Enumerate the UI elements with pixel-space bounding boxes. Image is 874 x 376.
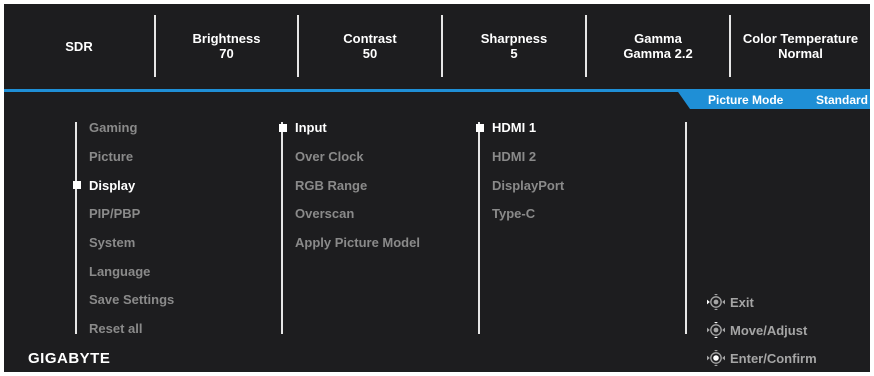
sub-menu-divider bbox=[281, 122, 283, 334]
color-temperature-value: Normal bbox=[778, 46, 823, 61]
selection-marker bbox=[73, 181, 81, 189]
sub-menu-item-rgb-range[interactable]: RGB Range bbox=[295, 178, 367, 194]
hdr-mode-value: SDR bbox=[65, 38, 93, 54]
sub-menu-item-apply-picture-model[interactable]: Apply Picture Model bbox=[295, 235, 420, 251]
gigabyte-logo: GIGABYTE bbox=[28, 350, 111, 367]
gamma-value: Gamma 2.2 bbox=[623, 46, 693, 61]
main-menu-item-pip-pbp[interactable]: PIP/PBP bbox=[89, 206, 140, 222]
status-color-temperature: Color Temperature Normal bbox=[731, 4, 870, 88]
status-contrast: Contrast 50 bbox=[299, 4, 441, 88]
controls-divider bbox=[685, 122, 687, 334]
selection-marker bbox=[279, 124, 287, 132]
option-type-c[interactable]: Type-C bbox=[492, 206, 535, 222]
enter-confirm-label: Enter/Confirm bbox=[730, 350, 817, 366]
main-menu-item-save-settings[interactable]: Save Settings bbox=[89, 292, 174, 308]
options-divider bbox=[478, 122, 480, 334]
sub-menu-item-over-clock[interactable]: Over Clock bbox=[295, 149, 364, 165]
contrast-value: 50 bbox=[362, 46, 378, 61]
status-bar: SDR Brightness 70 Contrast 50 Sharpness … bbox=[4, 4, 870, 88]
color-temperature-label: Color Temperature bbox=[742, 31, 859, 46]
sharpness-value: 5 bbox=[510, 46, 518, 61]
contrast-label: Contrast bbox=[343, 31, 397, 46]
main-menu-item-gaming[interactable]: Gaming bbox=[89, 120, 137, 136]
osd-panel: SDR Brightness 70 Contrast 50 Sharpness … bbox=[4, 4, 870, 372]
main-menu-item-language[interactable]: Language bbox=[89, 264, 150, 280]
status-gamma: Gamma Gamma 2.2 bbox=[587, 4, 729, 88]
enter-confirm-hint[interactable]: Enter/Confirm bbox=[706, 350, 817, 366]
gamma-label: Gamma bbox=[634, 31, 682, 46]
joystick-icon bbox=[707, 322, 725, 338]
move-adjust-hint[interactable]: Move/Adjust bbox=[706, 322, 807, 338]
move-adjust-label: Move/Adjust bbox=[730, 322, 808, 338]
picture-mode-label: Picture Mode bbox=[708, 93, 784, 107]
main-menu-item-display[interactable]: Display bbox=[89, 178, 135, 194]
joystick-icon bbox=[707, 350, 725, 366]
exit-hint[interactable]: Exit bbox=[706, 294, 754, 310]
sub-menu-item-overscan[interactable]: Overscan bbox=[295, 206, 354, 222]
status-hdr-mode: SDR bbox=[4, 4, 154, 88]
main-menu-item-system[interactable]: System bbox=[89, 235, 135, 251]
selection-marker bbox=[476, 124, 484, 132]
picture-mode-value: Standard bbox=[816, 93, 869, 107]
sharpness-label: Sharpness bbox=[480, 31, 548, 46]
option-hdmi-2[interactable]: HDMI 2 bbox=[492, 149, 536, 165]
main-menu-item-reset-all[interactable]: Reset all bbox=[89, 321, 142, 337]
sub-menu-item-input[interactable]: Input bbox=[295, 120, 327, 136]
option-hdmi-1[interactable]: HDMI 1 bbox=[492, 120, 536, 136]
exit-label: Exit bbox=[730, 294, 754, 310]
brightness-value: 70 bbox=[219, 46, 234, 61]
main-menu-item-picture[interactable]: Picture bbox=[89, 149, 133, 165]
option-displayport[interactable]: DisplayPort bbox=[492, 178, 564, 194]
joystick-icon bbox=[707, 294, 725, 310]
status-sharpness: Sharpness 5 bbox=[443, 4, 585, 88]
main-menu-divider bbox=[75, 122, 77, 334]
brightness-label: Brightness bbox=[192, 31, 261, 46]
status-brightness: Brightness 70 bbox=[156, 4, 297, 88]
